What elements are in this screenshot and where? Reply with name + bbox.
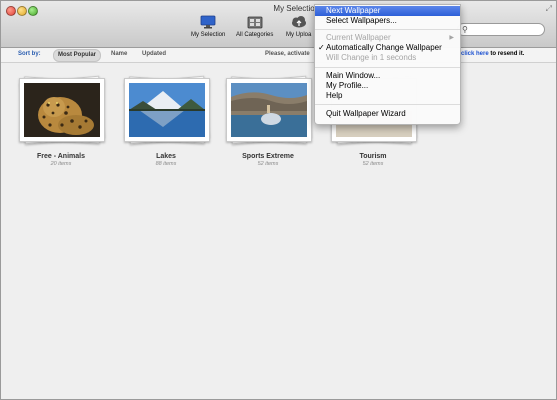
category-count: 20 items: [50, 161, 72, 167]
photo-stack: [223, 75, 313, 145]
sports-extreme-thumbnail: [231, 83, 307, 137]
category-count: 88 items: [155, 161, 177, 167]
resend-text: to resend it.: [490, 51, 525, 57]
menu-item-next-wallpaper[interactable]: Next Wallpaper: [315, 6, 460, 16]
menu-item-select-wallpapers[interactable]: Select Wallpapers...: [315, 16, 460, 26]
category-count: 52 items: [362, 161, 384, 167]
category-card-lakes[interactable]: Lakes 88 items: [121, 75, 211, 167]
menu-item-current-wallpaper: Current Wallpaper ▶: [326, 33, 454, 42]
activation-notice: Please, activate: [265, 51, 310, 57]
category-grid: Free - Animals 20 items Lakes 88 items S…: [1, 63, 556, 399]
resend-notice: click here to resend it.: [461, 51, 524, 57]
photo-stack: [121, 75, 211, 145]
lakes-thumbnail: [129, 83, 205, 137]
category-title: Lakes: [156, 153, 176, 160]
photo-stack: [16, 75, 106, 145]
cloud-upload-icon: [291, 16, 306, 28]
category-title: Tourism: [359, 153, 387, 160]
category-card-animals[interactable]: Free - Animals 20 items: [16, 75, 106, 167]
sort-label: Sort by:: [18, 51, 41, 57]
toolbar-button-label: My Uploa: [286, 32, 312, 38]
sort-bar: Sort by: Most Popular Name Updated Pleas…: [1, 48, 556, 63]
menu-item-main-window[interactable]: Main Window...: [315, 71, 460, 81]
sort-updated[interactable]: Updated: [138, 49, 170, 60]
sort-most-popular[interactable]: Most Popular: [53, 49, 102, 62]
toolbar-button-label: All Categories: [236, 32, 274, 38]
category-count: 52 items: [257, 161, 279, 167]
status-menu: Next Wallpaper Select Wallpapers... Curr…: [314, 4, 461, 125]
menu-item-quit[interactable]: Quit Wallpaper Wizard: [315, 109, 460, 119]
category-card-sports-extreme[interactable]: Sports Extreme 52 items: [223, 75, 313, 167]
title-bar: My Selection – Wallpaper W ⤢ My Selectio…: [1, 1, 556, 48]
checkmark-icon: ✓: [318, 43, 325, 52]
monitor-icon: [200, 15, 216, 29]
animals-thumbnail: [24, 83, 100, 137]
window-title: My Selection – Wallpaper W: [273, 4, 373, 13]
toolbar-button-label: My Selection: [191, 32, 226, 38]
toolbar-my-uploads-button[interactable]: My Uploa: [286, 15, 311, 38]
menu-separator: [315, 67, 460, 68]
click-here-link[interactable]: click here: [461, 51, 489, 57]
submenu-arrow-icon: ▶: [449, 35, 454, 41]
menu-item-change-countdown: Will Change in 1 seconds: [326, 53, 417, 62]
menu-item-help[interactable]: Help: [315, 91, 460, 101]
search-icon: ⚲: [462, 25, 468, 34]
category-title: Sports Extreme: [242, 153, 294, 160]
search-field[interactable]: ⚲: [457, 23, 545, 36]
menu-item-my-profile[interactable]: My Profile...: [315, 81, 460, 91]
app-window: My Selection – Wallpaper W ⤢ My Selectio…: [0, 0, 557, 400]
menu-separator: [315, 104, 460, 105]
film-icon: [247, 16, 263, 29]
category-title: Free - Animals: [37, 153, 85, 160]
toolbar-my-selection-button[interactable]: My Selection: [191, 15, 225, 38]
menu-separator: [315, 29, 460, 30]
sort-name[interactable]: Name: [107, 49, 131, 60]
menu-item-auto-change[interactable]: ✓ Automatically Change Wallpaper: [315, 43, 460, 53]
fullscreen-icon[interactable]: ⤢: [546, 4, 552, 14]
toolbar-all-categories-button[interactable]: All Categories: [236, 15, 273, 38]
